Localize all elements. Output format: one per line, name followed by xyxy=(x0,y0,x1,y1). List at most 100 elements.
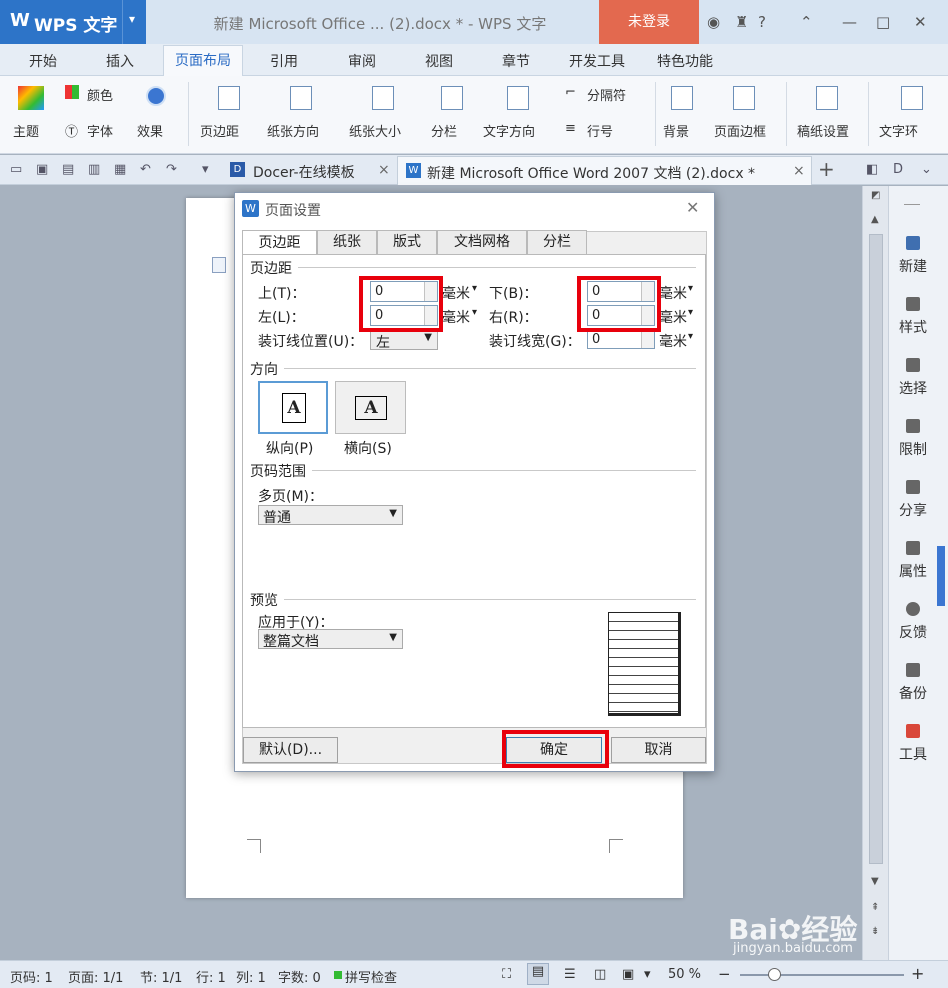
undo-icon[interactable]: ↶ xyxy=(140,162,151,177)
unit-label[interactable]: 毫米 xyxy=(659,307,687,327)
ribbon-orientation[interactable]: 纸张方向 xyxy=(267,121,319,140)
landscape-label[interactable]: 横向(S) xyxy=(344,438,392,458)
help-icon[interactable]: ? xyxy=(758,13,766,31)
docer-small-icon[interactable]: D xyxy=(893,162,903,177)
preview-icon[interactable]: ▦ xyxy=(114,162,126,177)
ribbon-line-numbers[interactable]: 行号 xyxy=(587,121,613,140)
tab-columns[interactable]: 分栏 xyxy=(527,230,587,254)
ribbon-wrap[interactable]: 文字环 xyxy=(879,121,931,140)
next-page-icon[interactable]: ⇟ xyxy=(871,926,879,937)
gutter-position-select[interactable]: 左 ▼ xyxy=(370,330,438,351)
prev-page-icon[interactable]: ⇞ xyxy=(871,902,879,913)
menu-insert[interactable]: 插入 xyxy=(106,51,134,71)
close-icon[interactable]: ✕ xyxy=(686,198,699,217)
sidebar-item-properties[interactable]: 属性 xyxy=(889,539,937,580)
menu-page-layout[interactable]: 页面布局 xyxy=(163,45,243,77)
panel-icon[interactable]: ◧ xyxy=(866,162,878,177)
sidebar-item-restrict[interactable]: 限制 xyxy=(889,417,937,458)
page-view-icon[interactable]: ▤ xyxy=(527,963,549,985)
browser-icon[interactable]: ◉ xyxy=(707,13,720,31)
orientation-icon[interactable] xyxy=(290,86,312,110)
chevron-down-icon[interactable]: ▾ xyxy=(472,307,477,318)
chevron-down-icon[interactable]: ▾ xyxy=(688,331,693,342)
menu-developer[interactable]: 开发工具 xyxy=(569,51,625,71)
portrait-label[interactable]: 纵向(P) xyxy=(266,438,313,458)
wrap-icon[interactable] xyxy=(901,86,923,110)
text-direction-icon[interactable] xyxy=(507,86,529,110)
sidebar-item-share[interactable]: 分享 xyxy=(889,478,937,519)
scroll-up-icon[interactable]: ▲ xyxy=(871,214,879,225)
menu-sections[interactable]: 章节 xyxy=(502,51,530,71)
columns-icon[interactable] xyxy=(441,86,463,110)
chevron-down-icon[interactable]: ⌄ xyxy=(921,162,932,177)
web-view-icon[interactable]: ◫ xyxy=(594,967,606,982)
ribbon-theme[interactable]: 主题 xyxy=(13,121,39,140)
ribbon-margins[interactable]: 页边距 xyxy=(200,121,239,140)
multi-pages-select[interactable]: 普通 ▼ xyxy=(258,505,403,526)
default-button[interactable]: 默认(D)... xyxy=(243,737,338,763)
chevron-down-icon[interactable]: ▾ xyxy=(472,283,477,294)
ribbon-effects[interactable]: 效果 xyxy=(137,121,163,140)
spin-arrows-icon[interactable] xyxy=(641,331,654,348)
manuscript-icon[interactable] xyxy=(816,86,838,110)
ribbon-manuscript[interactable]: 稿纸设置 xyxy=(797,121,849,140)
background-icon[interactable] xyxy=(671,86,693,110)
redo-icon[interactable]: ↷ xyxy=(166,162,177,177)
unit-label[interactable]: 毫米 xyxy=(442,283,470,303)
app-menu-button[interactable]: W WPS 文字 ▾ xyxy=(0,0,146,44)
ribbon-breaks[interactable]: 分隔符 xyxy=(587,85,626,104)
landscape-option[interactable]: A xyxy=(335,381,406,434)
close-icon[interactable]: ✕ xyxy=(914,13,927,31)
fullscreen-icon[interactable]: ⛶ xyxy=(502,967,511,982)
sidebar-item-tools[interactable]: 工具 xyxy=(889,722,937,763)
new-tab-button[interactable]: + xyxy=(818,157,835,181)
print-icon[interactable]: ▥ xyxy=(88,162,100,177)
menu-view[interactable]: 视图 xyxy=(425,51,453,71)
sidebar-item-styles[interactable]: 样式 xyxy=(889,295,937,336)
ribbon-size[interactable]: 纸张大小 xyxy=(349,121,401,140)
page-border-icon[interactable] xyxy=(733,86,755,110)
unit-label[interactable]: 毫米 xyxy=(442,307,470,327)
zoom-level[interactable]: 50 % xyxy=(668,967,701,982)
open-icon[interactable]: ▭ xyxy=(10,162,22,177)
reading-view-icon[interactable]: ▣ xyxy=(622,967,634,982)
vertical-scrollbar[interactable]: ◩ ▲ ▼ ⇞ ⇟ xyxy=(862,186,888,960)
login-button[interactable]: 未登录 xyxy=(599,0,699,44)
sidebar-item-new[interactable]: 新建 xyxy=(889,234,937,275)
chevron-down-icon[interactable]: ▾ xyxy=(202,162,209,177)
ribbon-page-border[interactable]: 页面边框 xyxy=(714,121,766,140)
shirt-icon[interactable]: ♜ xyxy=(735,13,748,31)
ribbon-font[interactable]: 字体 xyxy=(87,121,113,140)
zoom-in-button[interactable]: + xyxy=(911,964,924,983)
unit-label[interactable]: 毫米 xyxy=(659,331,687,351)
tab-margins[interactable]: 页边距 xyxy=(242,230,317,256)
sidebar-item-backup[interactable]: 备份 xyxy=(889,661,937,702)
margins-icon[interactable] xyxy=(218,86,240,110)
paper-size-icon[interactable] xyxy=(372,86,394,110)
tab-document-grid[interactable]: 文档网格 xyxy=(437,230,527,254)
chevron-down-icon[interactable]: ▾ xyxy=(644,967,651,982)
chevron-down-icon[interactable]: ▾ xyxy=(688,283,693,294)
zoom-out-button[interactable]: − xyxy=(718,965,731,983)
split-icon[interactable]: ◩ xyxy=(871,190,880,201)
ribbon-background[interactable]: 背景 xyxy=(663,121,689,140)
ribbon-colors[interactable]: 颜色 xyxy=(87,85,113,104)
zoom-slider[interactable] xyxy=(740,974,904,976)
menu-special[interactable]: 特色功能 xyxy=(657,51,713,71)
sidebar-collapse-handle[interactable] xyxy=(937,546,945,606)
scroll-down-icon[interactable]: ▼ xyxy=(871,876,879,887)
pdf-icon[interactable]: ▤ xyxy=(62,162,74,177)
collapse-icon[interactable]: ⌃ xyxy=(800,13,813,31)
gutter-width-input[interactable]: 0 xyxy=(587,330,655,349)
close-icon[interactable]: × xyxy=(378,162,390,178)
ribbon-columns[interactable]: 分栏 xyxy=(431,121,457,140)
spellcheck-button[interactable]: 拼写检查 xyxy=(345,967,397,986)
portrait-option[interactable]: A xyxy=(258,381,328,434)
chevron-down-icon[interactable]: ▾ xyxy=(688,307,693,318)
ribbon-text-direction[interactable]: 文字方向 xyxy=(483,121,535,140)
menu-review[interactable]: 审阅 xyxy=(348,51,376,71)
tab-layout[interactable]: 版式 xyxy=(377,230,437,254)
menu-references[interactable]: 引用 xyxy=(270,51,298,71)
save-icon[interactable]: ▣ xyxy=(36,162,48,177)
outline-view-icon[interactable]: ☰ xyxy=(564,967,576,982)
